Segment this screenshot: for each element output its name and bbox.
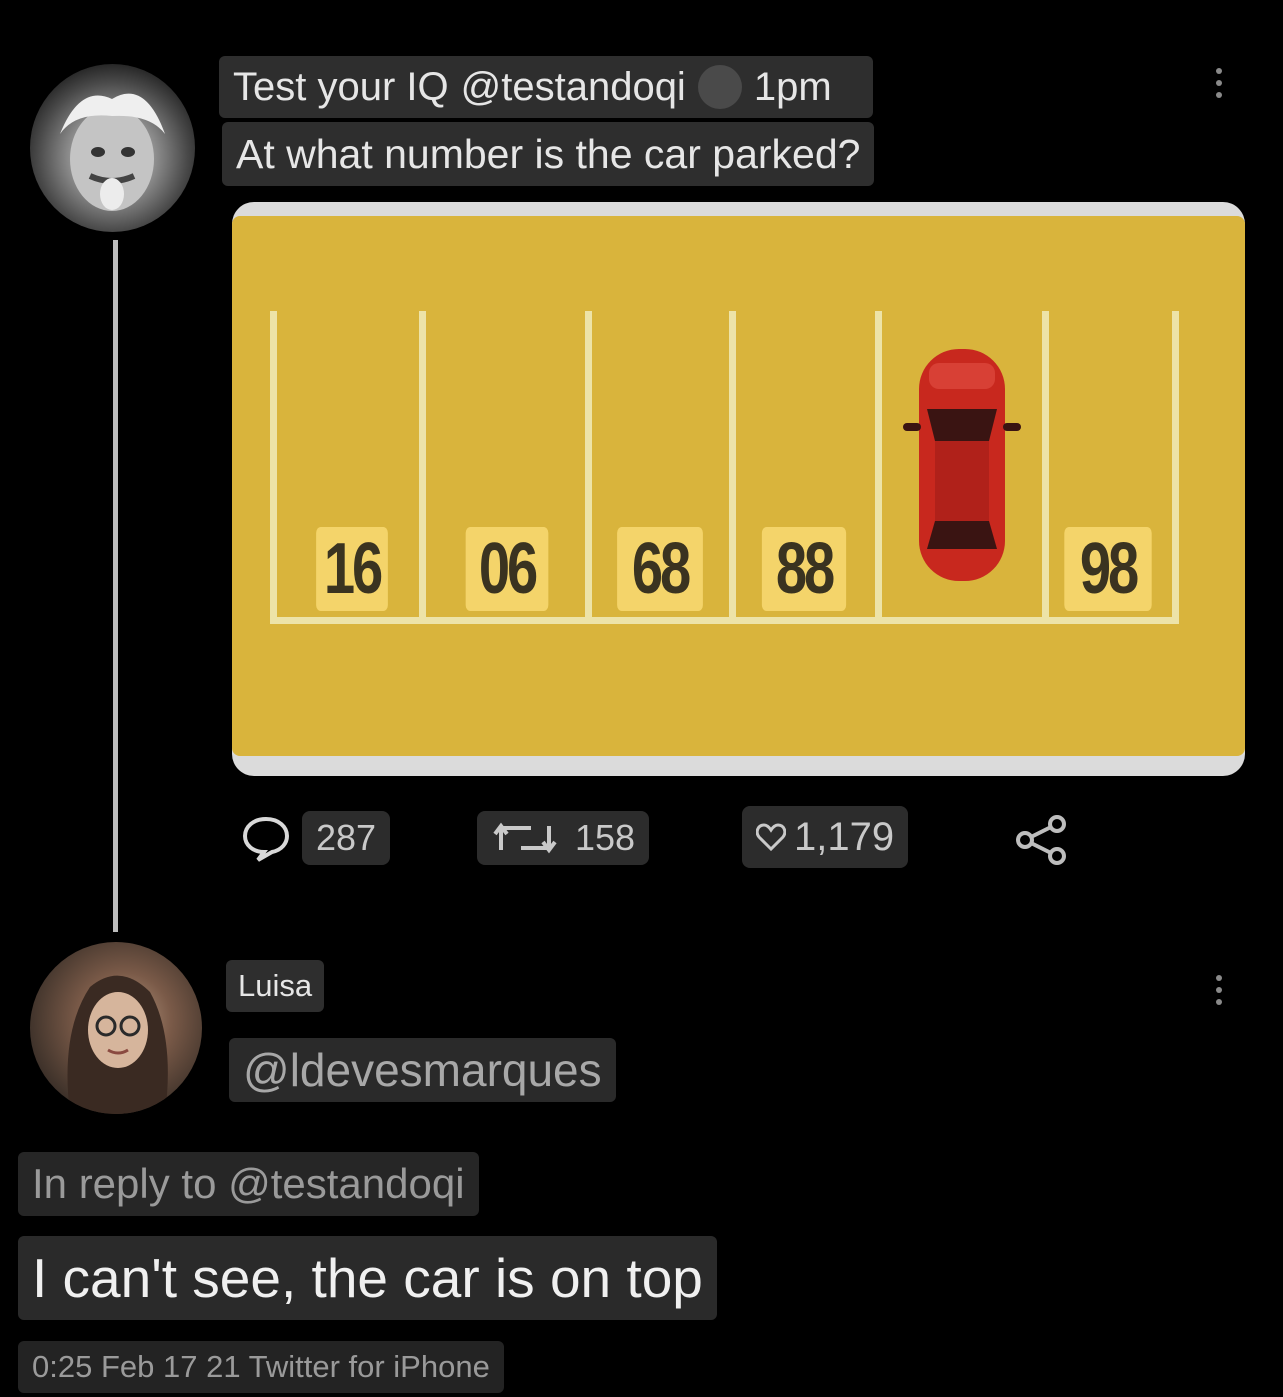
reply-meta: 0:25 Feb 17 21 Twitter for iPhone: [18, 1341, 504, 1393]
tweet-header: Test your IQ @testandoqi 1pm: [219, 56, 873, 118]
red-car-icon: [903, 349, 1021, 581]
parking-lot: 16 06 68 88 98: [232, 216, 1245, 756]
like-chip: 1,179: [742, 806, 909, 868]
reply-text: I can't see, the car is on top: [18, 1236, 717, 1320]
parking-number: 88: [761, 527, 847, 611]
reply-action[interactable]: 287: [240, 811, 391, 865]
comment-icon: [242, 816, 290, 862]
author-handle[interactable]: @testandoqi: [461, 65, 686, 110]
retweet-chip: 158: [477, 811, 650, 865]
parking-number: 06: [465, 527, 549, 611]
parking-lines: [270, 311, 1179, 624]
like-action[interactable]: 1,179: [742, 806, 909, 868]
heart-icon: [756, 823, 786, 851]
reply-author-name[interactable]: Luisa: [226, 960, 325, 1012]
retweet-action[interactable]: 158: [477, 811, 650, 865]
parking-number: 16: [316, 527, 388, 611]
share-icon[interactable]: [1015, 815, 1071, 865]
author-avatar[interactable]: [30, 64, 195, 232]
reply-author-handle[interactable]: @ldevesmarques: [229, 1038, 616, 1102]
tweet-text: At what number is the car parked?: [222, 122, 875, 186]
retweet-icon: [493, 822, 557, 854]
status-dot-icon: [697, 65, 742, 109]
like-count: 1,179: [794, 815, 895, 859]
reply-author-avatar[interactable]: [30, 942, 202, 1114]
tweet-more-icon[interactable]: [1215, 68, 1223, 98]
reply-count: 287: [302, 811, 391, 865]
person-portrait-icon: [67, 975, 168, 1114]
einstein-portrait-icon: [60, 93, 165, 211]
tweet-media-image[interactable]: 16 06 68 88 98: [232, 202, 1245, 776]
thread-connector-line: [113, 240, 118, 932]
author-name[interactable]: Test your IQ: [233, 65, 449, 110]
tweet-time[interactable]: 1pm: [754, 65, 832, 110]
in-reply-to[interactable]: In reply to @testandoqi: [18, 1152, 479, 1216]
parking-number: 68: [617, 527, 703, 611]
retweet-count: 158: [575, 817, 636, 858]
reply-more-icon[interactable]: [1215, 975, 1223, 1005]
parking-number: 98: [1064, 527, 1152, 611]
